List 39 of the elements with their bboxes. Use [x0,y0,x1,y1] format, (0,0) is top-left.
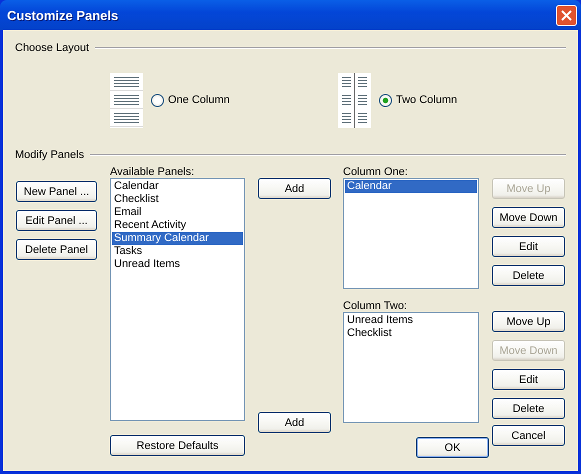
window-title: Customize Panels [7,8,118,22]
list-item[interactable]: Unread Items [112,258,243,271]
panel-button[interactable]: New Panel ... [16,181,97,202]
column-button[interactable]: Delete [492,398,565,419]
add-button[interactable]: Add [258,178,331,199]
list-label: Column One: [343,166,409,178]
list-label: Available Panels: [110,166,196,178]
column-button[interactable]: Edit [492,369,565,390]
column-list[interactable]: Calendar [343,178,479,289]
close-button[interactable] [556,4,577,26]
list-item[interactable]: Checklist [112,193,243,206]
list-item[interactable]: Recent Activity [112,219,243,232]
list-item[interactable]: Calendar [345,180,477,193]
add-button[interactable]: Add [258,412,331,433]
group-label: Choose Layout [15,42,89,54]
restore-defaults-button[interactable]: Restore Defaults [110,435,245,456]
list-label: Column Two: [343,300,408,312]
one-column-layout-icon [110,72,143,128]
column-button[interactable]: Edit [492,236,565,257]
list-item[interactable]: Calendar [112,180,243,193]
list-item[interactable]: Unread Items [345,314,477,327]
close-icon [561,10,572,20]
ok-button[interactable]: OK [416,437,489,458]
layout-radio[interactable]: Two Column [379,94,458,106]
column-button[interactable]: Move Down [492,207,565,228]
list-item[interactable]: Checklist [345,327,477,340]
two-column-layout-icon [338,72,371,128]
group-label: Modify Panels [15,149,84,161]
column-button[interactable]: Move Up [492,311,565,332]
panel-button[interactable]: Edit Panel ... [16,210,97,231]
list-item[interactable]: Tasks [112,245,243,258]
list-item[interactable]: Email [112,206,243,219]
available-panels-list[interactable]: Calendar Checklist Email Recent Activity Summary Calendar Tasks Unread Items [110,178,245,421]
list-item[interactable]: Summary Calendar [112,232,243,245]
column-list[interactable]: Unread Items Checklist [343,312,479,423]
panel-button[interactable]: Delete Panel [16,239,97,260]
cancel-button[interactable]: Cancel [492,425,565,446]
column-button[interactable]: Delete [492,265,565,286]
layout-radio[interactable]: One Column [151,94,230,106]
